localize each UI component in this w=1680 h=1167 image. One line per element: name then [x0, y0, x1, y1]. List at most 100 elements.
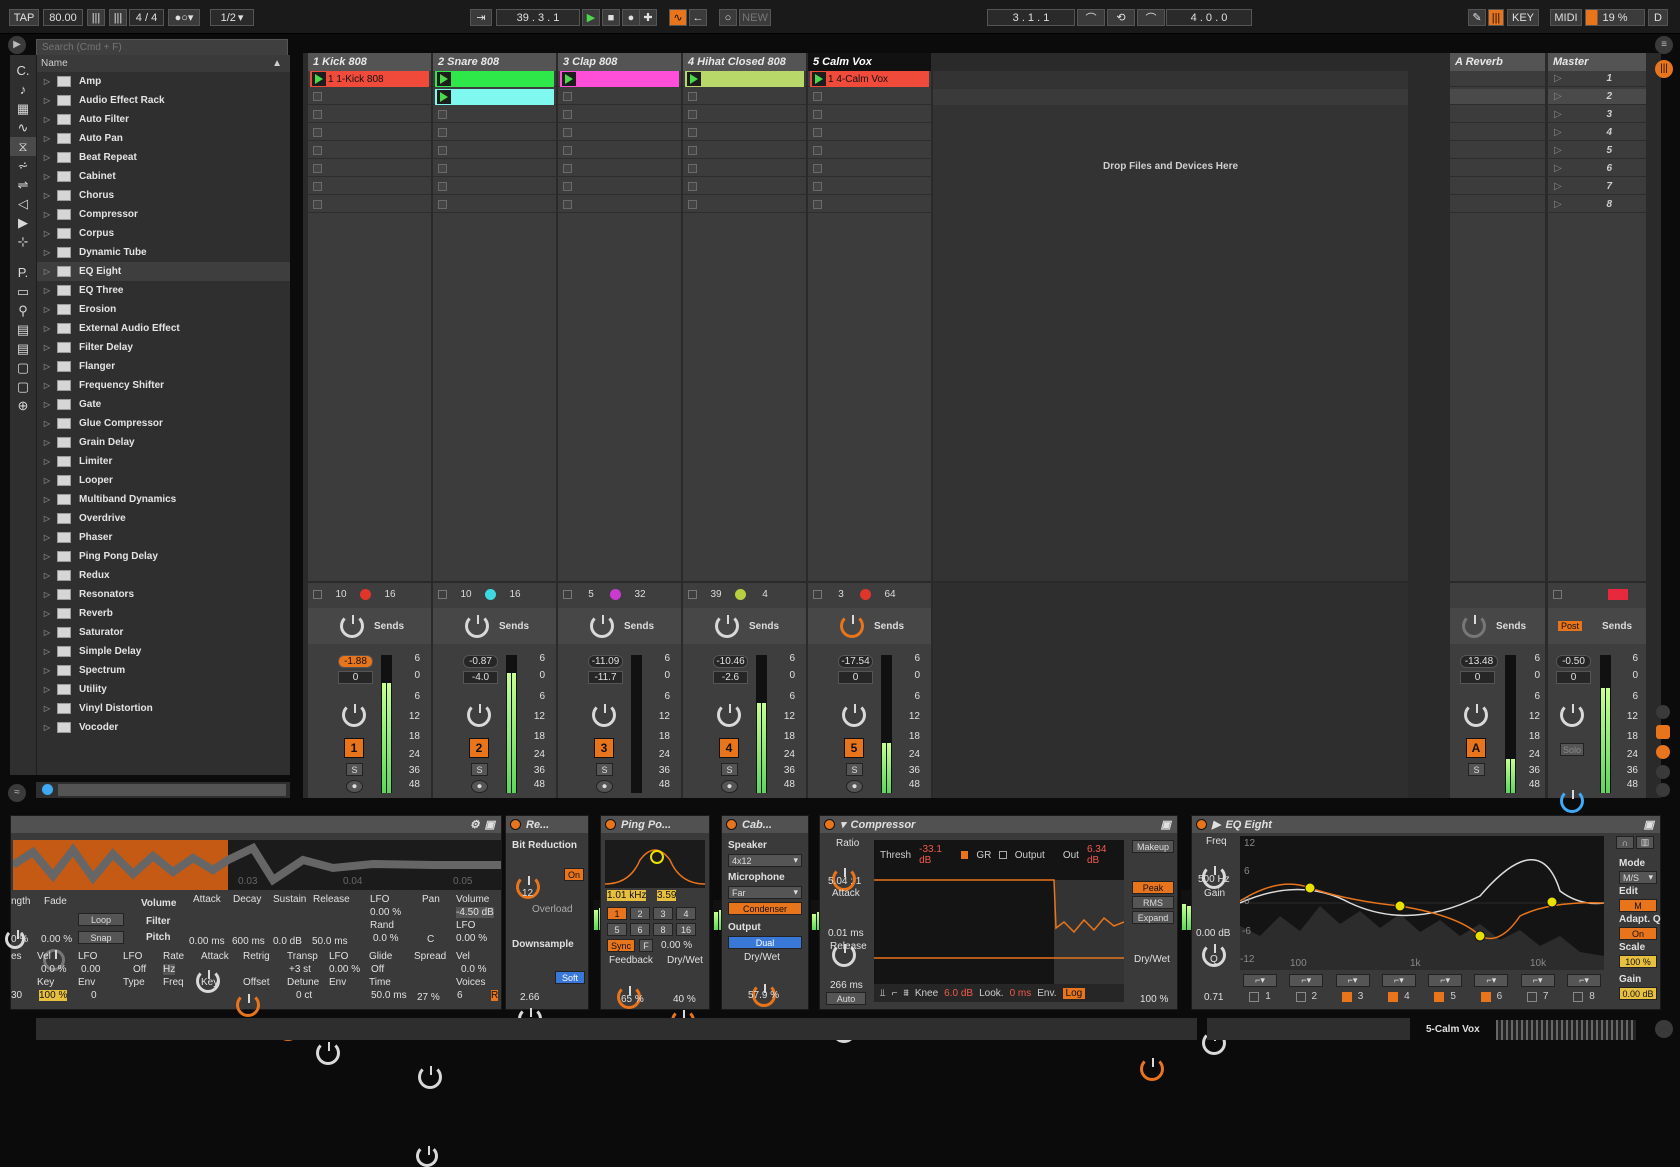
clip[interactable]: 1 4-Calm Vox [810, 71, 929, 87]
metronome-icon[interactable]: ●○▾ [168, 9, 200, 26]
clip-slot[interactable] [558, 143, 681, 159]
midi-effects-icon[interactable]: ∿ [10, 118, 36, 137]
punch-out-icon[interactable]: ⌒ [1137, 9, 1165, 26]
peak-button[interactable]: Peak [1132, 881, 1174, 894]
io-toggle-icon[interactable] [1656, 705, 1670, 719]
scene-launch-icon[interactable]: ▷ [1554, 145, 1562, 156]
beat-3-button[interactable]: 3 [653, 907, 673, 920]
post-button[interactable]: Post [1558, 621, 1583, 631]
level-meter[interactable] [881, 655, 892, 793]
device-save-icon[interactable]: ▣ [1161, 818, 1171, 831]
device-power-icon[interactable] [510, 819, 521, 830]
clip-stop-icon[interactable] [813, 146, 822, 155]
voices-value[interactable]: 6 [457, 990, 463, 1001]
clip-slot[interactable] [808, 143, 931, 159]
browser-item[interactable]: ▷ Amp [37, 72, 290, 91]
snap-button[interactable]: Snap [78, 931, 124, 944]
band-on-toggle[interactable] [1341, 991, 1352, 1002]
device-power-icon[interactable] [726, 819, 737, 830]
new-button[interactable]: NEW [739, 9, 771, 26]
track-header[interactable]: 4 Hihat Closed 808 [683, 53, 806, 71]
browser-item[interactable]: ▷ Chorus [37, 186, 290, 205]
filter-display[interactable] [604, 840, 706, 888]
color-dot-icon[interactable] [735, 589, 746, 600]
level-meter[interactable] [631, 655, 642, 793]
spread-knob[interactable] [416, 1145, 438, 1167]
transpose-value[interactable]: +3 st [289, 964, 311, 975]
device-title[interactable]: EQ Eight [1225, 819, 1271, 831]
tempo-field[interactable]: 80.00 [43, 9, 83, 26]
mixer-toggle-icon[interactable] [1656, 765, 1670, 779]
track-activator-button[interactable]: 2 [469, 738, 489, 758]
loop-button[interactable]: Loop [78, 913, 124, 926]
delay-freq-value[interactable]: 1.01 kHz [607, 890, 647, 901]
expand-arrow-icon[interactable]: ▷ [37, 172, 57, 181]
track-header[interactable]: 1 Kick 808 [308, 53, 431, 71]
beat-5-button[interactable]: 5 [607, 923, 627, 936]
instruments-icon[interactable]: ♪ [10, 80, 36, 99]
midi-map-button[interactable]: MIDI [1550, 9, 1582, 26]
user-library-icon[interactable]: ▭ [10, 282, 36, 301]
quantize-select[interactable]: 1/2 ▾ [210, 9, 254, 26]
clip-slot[interactable] [683, 125, 806, 141]
clip-slot[interactable] [308, 125, 431, 141]
level-meter[interactable] [506, 655, 517, 793]
soft-button[interactable]: Soft [555, 971, 585, 984]
monitor-icon[interactable] [438, 590, 447, 599]
sample-waveform-display[interactable]: 0.03 0.04 0.05 [13, 840, 501, 890]
clip-stop-icon[interactable] [438, 164, 447, 173]
clip-slot[interactable] [808, 89, 931, 105]
device-title[interactable]: Compressor [851, 819, 916, 831]
device-save-icon[interactable]: ▣ [1644, 818, 1654, 831]
pan-knob[interactable] [1560, 703, 1584, 727]
clip-slot[interactable] [808, 179, 931, 195]
level-meter[interactable] [1505, 655, 1516, 793]
clip-slot[interactable] [433, 125, 556, 141]
expand-arrow-icon[interactable]: ▷ [37, 153, 57, 162]
env-shape-icon[interactable]: ⫫ [880, 988, 886, 999]
expand-arrow-icon[interactable]: ▷ [37, 571, 57, 580]
clip-stop-icon[interactable] [813, 182, 822, 191]
browser-item[interactable]: ▷ Overdrive [37, 509, 290, 528]
clip-stop-icon[interactable] [563, 200, 572, 209]
arm-button[interactable]: ⏺ [346, 780, 363, 793]
output-value[interactable]: 4 [754, 589, 776, 600]
collapse-icon[interactable]: ▾ [840, 818, 846, 831]
arm-button[interactable]: ⏺ [721, 780, 738, 793]
browser-item[interactable]: ▷ Saturator [37, 623, 290, 642]
track-activator-button[interactable]: 1 [344, 738, 364, 758]
clip-slot[interactable] [558, 179, 681, 195]
filter-type-select[interactable]: ⌐▾ [1335, 974, 1370, 987]
time-value[interactable]: 50.0 ms [371, 990, 407, 1001]
folder-icon-1[interactable]: ▤ [10, 320, 36, 339]
beat-1-button[interactable]: 1 [607, 907, 627, 920]
expand-arrow-icon[interactable]: ▷ [37, 495, 57, 504]
expand-arrow-icon[interactable]: ▷ [37, 628, 57, 637]
scene-launch[interactable]: ▷ 8 [1548, 197, 1646, 213]
lookahead-value[interactable]: 0 ms [1010, 988, 1032, 999]
clip-slot[interactable] [683, 107, 806, 123]
sync-button[interactable]: Sync [607, 939, 635, 952]
expand-arrow-icon[interactable]: ▷ [37, 362, 57, 371]
browser-item[interactable]: ▷ Filter Delay [37, 338, 290, 357]
volume-value[interactable]: -4.50 dB [456, 907, 494, 918]
device-title[interactable]: Ping Po... [621, 819, 671, 831]
clip-slot[interactable] [558, 107, 681, 123]
clip-slot[interactable] [808, 107, 931, 123]
scene-launch[interactable]: ▷ 6 [1548, 161, 1646, 177]
clip-stop-icon[interactable] [438, 128, 447, 137]
pan-value[interactable]: 0 [338, 671, 373, 684]
expand-arrow-icon[interactable]: ▷ [37, 248, 57, 257]
drop-area[interactable]: Drop Files and Devices Here [933, 71, 1408, 581]
clips-icon[interactable]: ◁ [10, 194, 36, 213]
browser-item[interactable]: ▷ Audio Effect Rack [37, 91, 290, 110]
clip-launch-icon[interactable] [437, 72, 451, 86]
clip-stop-icon[interactable] [563, 128, 572, 137]
clip-launch-icon[interactable] [812, 72, 826, 86]
auto-release-button[interactable]: Auto [826, 992, 866, 1005]
expand-arrow-icon[interactable]: ▷ [37, 723, 57, 732]
volume-value[interactable]: -13.48 [1460, 655, 1498, 668]
clip-slot[interactable] [433, 107, 556, 123]
clip-stop-icon[interactable] [313, 146, 322, 155]
browser-item[interactable]: ▷ Spectrum [37, 661, 290, 680]
